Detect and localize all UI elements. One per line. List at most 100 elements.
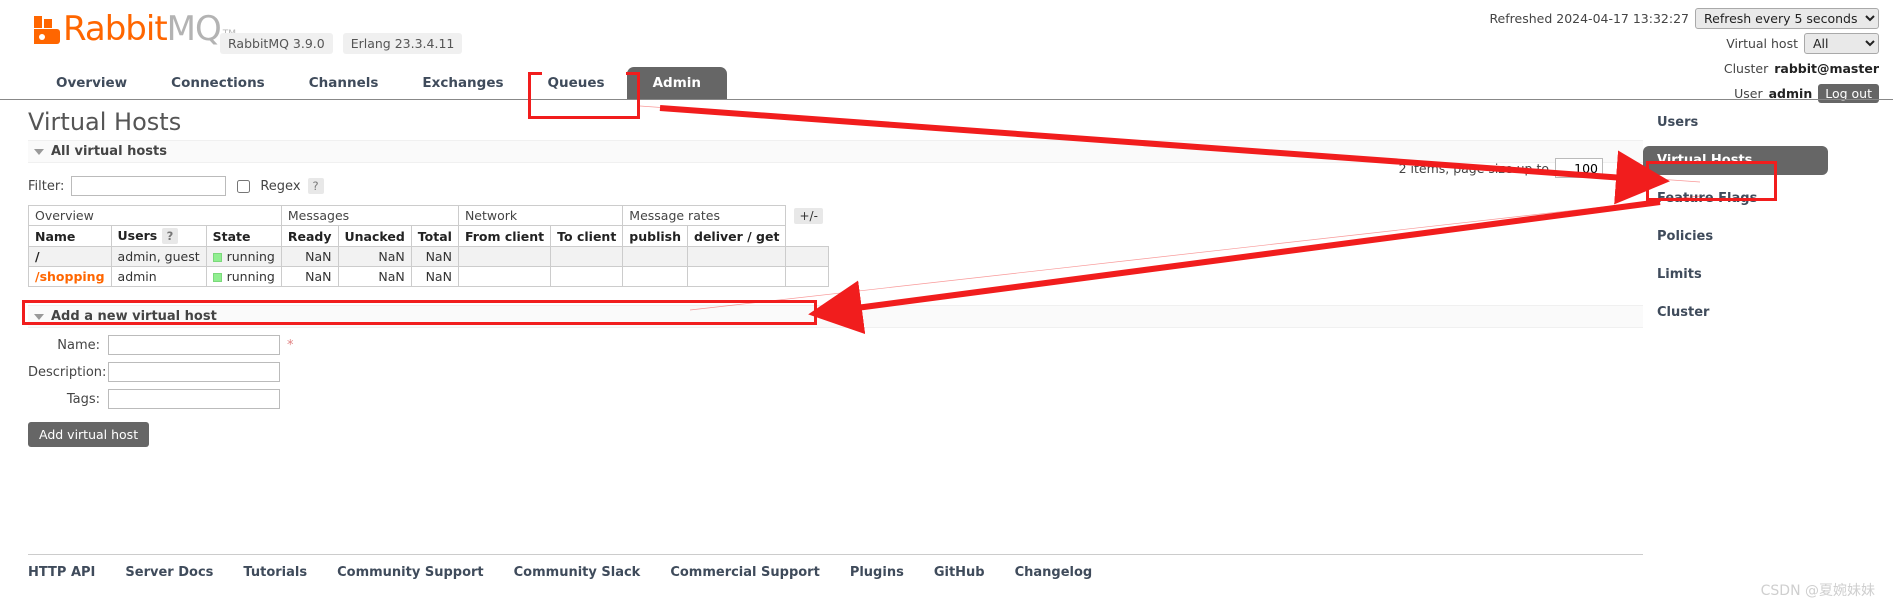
logo-word-rabbit: Rabbit [63,9,168,49]
footer-link-commercial-support[interactable]: Commercial Support [670,565,820,580]
refreshed-timestamp: Refreshed 2024-04-17 13:32:27 [1489,10,1689,26]
page-header: RabbitMQ TM RabbitMQ 3.9.0 Erlang 23.3.4… [0,0,1893,103]
vhost-name-root: / [35,249,40,264]
chevron-down-icon [34,148,44,155]
vhost-filter-row: Virtual host All [1489,32,1879,54]
users-help-icon[interactable]: ? [161,228,179,244]
add-virtual-host-section: Add a new virtual host Name: * Descripti… [0,305,1893,447]
column-header-unacked[interactable]: Unacked [337,225,412,247]
all-virtual-hosts-label: All virtual hosts [51,144,167,159]
cell-total: NaN [410,266,459,287]
sidebar-item-feature-flags[interactable]: Feature Flags [1643,184,1828,213]
tab-connections[interactable]: Connections [149,67,287,99]
regex-label: Regex [260,178,301,194]
add-virtual-host-section-header[interactable]: Add a new virtual host [28,305,1643,328]
tags-input[interactable] [108,389,280,409]
rabbitmq-logo-icon [34,16,60,44]
column-header-users[interactable]: Users ? [110,225,207,247]
required-marker: * [287,337,294,353]
filter-label: Filter: [28,178,65,194]
cell-deliver-get [686,246,787,267]
chevron-down-icon [34,313,44,320]
cell-state: running [205,246,282,267]
version-pills: RabbitMQ 3.9.0 Erlang 23.3.4.11 [220,33,463,54]
watermark: CSDN @夏婉妹妹 [1760,583,1875,599]
filter-input[interactable] [71,176,227,196]
column-header-ready[interactable]: Ready [280,225,339,247]
footer-link-tutorials[interactable]: Tutorials [243,565,307,580]
form-row-name: Name: * [28,335,1893,355]
group-header-messages: Messages [280,205,459,226]
tab-channels[interactable]: Channels [287,67,401,99]
tags-field-label: Tags: [66,391,100,407]
column-header-total[interactable]: Total [410,225,459,247]
footer-link-github[interactable]: GitHub [934,565,985,580]
column-header-name[interactable]: Name [28,225,112,247]
description-field-label: Description: [28,364,107,380]
table-row[interactable]: /shopping admin running NaN NaN NaN [28,266,830,287]
column-header-from-client[interactable]: From client [457,225,552,247]
refresh-row: Refreshed 2024-04-17 13:32:27 Refresh ev… [1489,7,1879,29]
vhost-name-link[interactable]: /shopping [35,269,105,284]
regex-checkbox[interactable] [237,179,251,193]
logo-word-mq: MQ [166,9,222,49]
group-header-overview: Overview [28,205,282,226]
cell-publish [622,246,688,267]
erlang-version-pill: Erlang 23.3.4.11 [342,33,463,54]
cell-spacer [785,246,830,267]
column-header-deliver-get[interactable]: deliver / get [686,225,787,247]
cell-to-client [550,246,624,267]
footer-link-http-api[interactable]: HTTP API [28,565,95,580]
footer-link-plugins[interactable]: Plugins [850,565,904,580]
tab-admin[interactable]: Admin [626,67,727,99]
items-count-text: 2 items, page size up to [1398,160,1549,176]
tab-queues[interactable]: Queues [526,67,627,99]
form-row-description: Description: [28,362,1893,382]
virtual-hosts-table: Overview Messages Network Message rates … [28,205,830,287]
column-header-publish[interactable]: publish [622,225,688,247]
group-header-network: Network [457,205,624,226]
tab-exchanges[interactable]: Exchanges [400,67,525,99]
sidebar-item-cluster[interactable]: Cluster [1643,298,1828,327]
status-dot-icon [212,253,222,262]
main-navigation: Overview Connections Channels Exchanges … [0,62,1893,100]
sidebar-item-users[interactable]: Users [1643,108,1828,137]
vhost-select-label: Virtual host [1726,35,1798,51]
cell-to-client [550,266,624,287]
cell-from-client [457,266,552,287]
rabbitmq-version-pill: RabbitMQ 3.9.0 [220,33,333,54]
footer-link-community-slack[interactable]: Community Slack [514,565,641,580]
description-input[interactable] [108,362,280,382]
column-toggle-cell: +/- [785,205,829,226]
refresh-interval-select[interactable]: Refresh every 5 seconds [1695,7,1879,29]
table-row[interactable]: / admin, guest running NaN NaN NaN [28,246,830,267]
cell-users: admin, guest [110,246,207,267]
sidebar-item-virtual-hosts[interactable]: Virtual Hosts [1643,146,1828,175]
status-dot-icon [212,273,222,282]
regex-help-icon[interactable]: ? [307,178,324,194]
sidebar-item-policies[interactable]: Policies [1643,222,1828,251]
footer-link-server-docs[interactable]: Server Docs [125,565,213,580]
cell-publish [622,266,688,287]
name-field-label: Name: [57,337,100,353]
add-virtual-host-button[interactable]: Add virtual host [28,422,150,447]
page-size-input[interactable] [1555,158,1603,178]
state-label: running [226,249,275,264]
page-title: Virtual Hosts [28,108,182,136]
cell-total: NaN [410,246,459,267]
name-input[interactable] [108,335,280,355]
column-header-state[interactable]: State [205,225,282,247]
sidebar-item-limits[interactable]: Limits [1643,260,1828,289]
column-header-to-client[interactable]: To client [550,225,624,247]
tab-overview[interactable]: Overview [34,67,149,99]
cell-users: admin [110,266,207,287]
rabbitmq-logo[interactable]: RabbitMQ TM [34,12,236,46]
cell-vhost-name[interactable]: /shopping [28,266,112,287]
footer-link-changelog[interactable]: Changelog [1015,565,1093,580]
footer-link-community-support[interactable]: Community Support [337,565,484,580]
cell-vhost-name[interactable]: / [28,246,112,267]
vhost-select[interactable]: All [1804,32,1879,54]
plus-minus-icon[interactable]: +/- [794,207,823,224]
add-virtual-host-label: Add a new virtual host [51,309,217,324]
pagination-info: 2 items, page size up to [1399,158,1603,178]
